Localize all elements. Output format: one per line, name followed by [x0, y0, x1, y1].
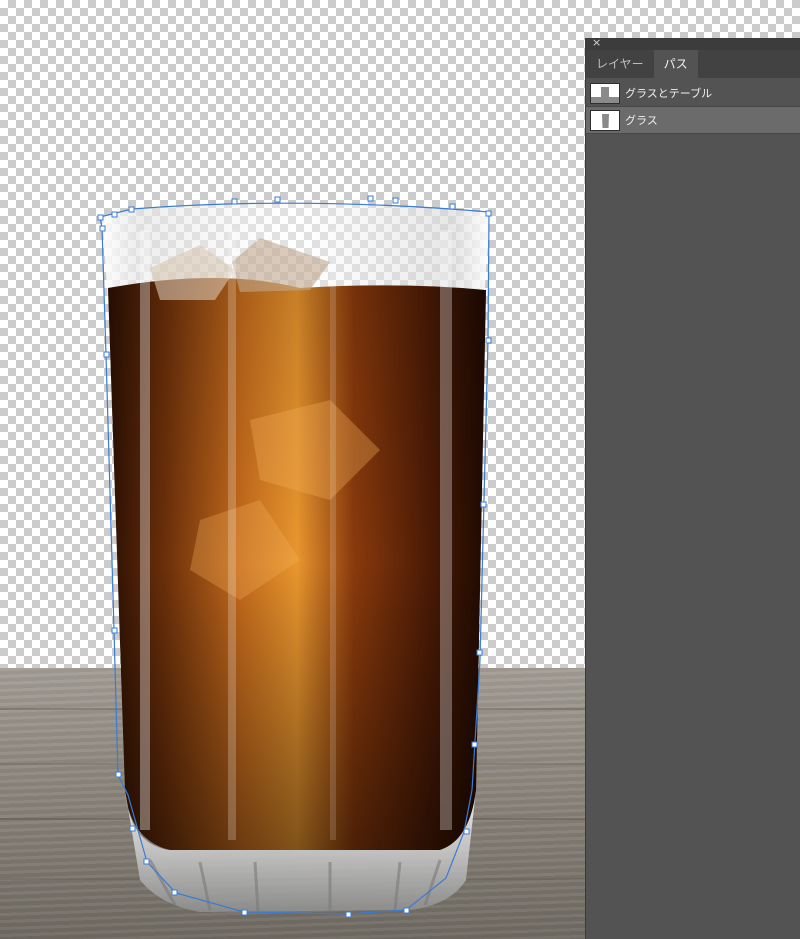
path-item-glass-and-table[interactable]: グラスとテーブル	[586, 80, 800, 107]
panel-titlebar[interactable]: ×	[586, 36, 800, 50]
tab-paths[interactable]: パス	[653, 50, 698, 78]
app-window: × レイヤー パス グラスとテーブル グラス	[0, 0, 800, 939]
path-label: グラス	[625, 114, 658, 127]
panel-tab-bar: レイヤー パス	[586, 50, 800, 78]
glass-and-table-thumb-icon	[590, 82, 620, 104]
path-label: グラスとテーブル	[625, 87, 713, 100]
path-item-glass[interactable]: グラス	[586, 107, 800, 134]
path-list: グラスとテーブル グラス	[586, 78, 800, 134]
close-icon[interactable]: ×	[592, 36, 601, 50]
tab-layers[interactable]: レイヤー	[586, 50, 654, 78]
paths-panel: × レイヤー パス グラスとテーブル グラス	[585, 36, 800, 939]
glass-thumb-icon	[590, 109, 620, 131]
